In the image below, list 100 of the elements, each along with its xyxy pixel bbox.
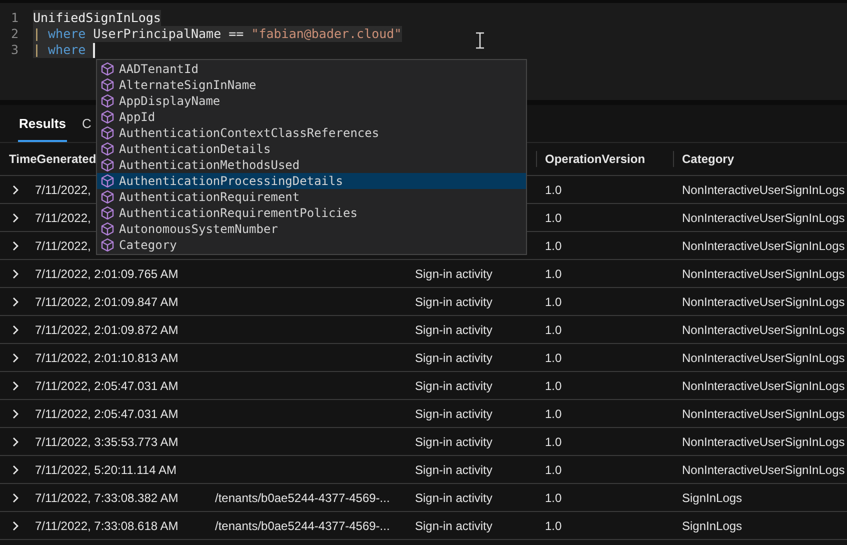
table-cell: Sign-in activity [415,490,492,504]
chevron-right-icon[interactable] [12,464,19,474]
suggestion-item[interactable]: AuthenticationContextClassReferences [97,125,526,141]
pipe-symbol: | [33,25,41,43]
table-cell: NonInteractiveUserSignInLogs [682,406,845,420]
suggestion-item[interactable]: Category [97,237,526,253]
table-cell: 1.0 [545,518,562,532]
line-number: 1 [10,8,20,27]
suggestion-item[interactable]: AuthenticationRequirementPolicies [97,205,526,221]
suggestion-item[interactable]: AADTenantId [97,61,526,77]
table-cell: 1.0 [545,322,562,336]
table-cell: 1.0 [545,434,562,448]
table-cell: /tenants/b0ae5244-4377-4569-... [215,518,390,532]
table-cell: NonInteractiveUserSignInLogs [682,238,845,252]
table-cell: Sign-in activity [415,462,492,476]
table-cell: NonInteractiveUserSignInLogs [682,378,845,392]
code-text: UserPrincipalName == [93,25,244,43]
table-cell: 1.0 [545,294,562,308]
table-cell: SignInLogs [682,490,742,504]
cube-icon [101,94,114,108]
table-cell: NonInteractiveUserSignInLogs [682,294,845,308]
chevron-right-icon[interactable] [12,184,19,194]
table-cell: 1.0 [545,490,562,504]
cube-icon [101,206,114,220]
table-cell: Sign-in activity [415,266,492,280]
suggestion-item[interactable]: AuthenticationMethodsUsed [97,157,526,173]
table-cell: Sign-in activity [415,294,492,308]
line-number: 3 [10,40,20,59]
table-cell: NonInteractiveUserSignInLogs [682,350,845,364]
code-text: UnifiedSignInLogs [33,8,161,27]
table-cell: 7/11/2022, 5:20:11.114 AM [35,462,176,476]
cube-icon [101,142,114,156]
suggestion-item[interactable]: AuthenticationProcessingDetails [97,173,526,189]
table-cell: Sign-in activity [415,518,492,532]
suggestion-item[interactable]: AuthenticationDetails [97,141,526,157]
table-cell: NonInteractiveUserSignInLogs [682,266,845,280]
table-cell: Sign-in activity [415,406,492,420]
table-cell: 7/11/2022, 2:05:47.031 AM [35,406,178,420]
chevron-right-icon[interactable] [12,324,19,334]
table-cell: 7/11/2022, 2:05:47.031 AM [35,378,178,392]
table-cell: /tenants/b0ae5244-4377-4569-... [215,490,390,504]
table-cell: NonInteractiveUserSignInLogs [682,210,845,224]
pipe-symbol: | [33,41,41,59]
table-cell: 7/11/2022, 2:01:09.765 AM [35,266,178,280]
table-cell: Sign-in activity [415,322,492,336]
suggestion-item[interactable]: AppId [97,109,526,125]
chevron-right-icon[interactable] [12,380,19,390]
table-cell: NonInteractiveUserSignInLogs [682,462,845,476]
column-header[interactable]: TimeGenerated [9,150,96,168]
cube-icon [101,222,114,236]
table-cell: 7/11/2022, 2:01:10.813 AM [35,350,178,364]
table-cell: Sign-in activity [415,378,492,392]
chevron-right-icon[interactable] [12,212,19,222]
cube-icon [101,238,114,252]
table-cell: NonInteractiveUserSignInLogs [682,182,845,196]
table-cell: Sign-in activity [415,434,492,448]
text-cursor-icon [474,32,486,49]
tab[interactable]: C [80,114,92,142]
table-cell: 7/11/2022, [35,210,91,224]
table-cell: 7/11/2022, 2:01:09.872 AM [35,322,178,336]
column-header[interactable]: Category [682,150,734,168]
code-string: "fabian@bader.cloud" [251,24,402,43]
table-cell: 7/11/2022, 3:35:53.773 AM [35,434,178,448]
chevron-right-icon[interactable] [12,436,19,446]
table-cell: 1.0 [545,378,562,392]
line-number: 2 [10,24,20,43]
chevron-right-icon[interactable] [12,492,19,502]
suggestion-item[interactable]: AuthenticationRequirement [97,189,526,205]
table-cell: 7/11/2022, [35,182,91,196]
table-cell: 1.0 [545,182,562,196]
table-cell: 7/11/2022, 7:33:08.618 AM [35,518,178,532]
table-cell: SignInLogs [682,518,742,532]
table-cell: 7/11/2022, 7:33:08.382 AM [35,490,178,504]
column-header[interactable]: OperationVersion [545,150,646,168]
cube-icon [101,62,114,76]
suggestion-item[interactable]: AlternateSignInName [97,77,526,93]
cube-icon [101,110,114,124]
table-cell: 1.0 [545,238,562,252]
table-cell: 7/11/2022, 2:01:09.847 AM [35,294,178,308]
table-cell: Sign-in activity [415,350,492,364]
table-cell: 1.0 [545,462,562,476]
cube-icon [101,158,114,172]
chevron-right-icon[interactable] [12,520,19,530]
table-cell: 1.0 [545,406,562,420]
table-cell: 1.0 [545,210,562,224]
chevron-right-icon[interactable] [12,240,19,250]
table-cell: NonInteractiveUserSignInLogs [682,322,845,336]
results-tab[interactable]: Results [18,114,67,142]
cube-icon [101,190,114,204]
chevron-right-icon[interactable] [12,408,19,418]
chevron-right-icon[interactable] [12,268,19,278]
table-cell: 7/11/2022, [35,238,91,252]
table-cell: 1.0 [545,350,562,364]
cube-icon [101,174,114,188]
chevron-right-icon[interactable] [12,352,19,362]
suggestion-item[interactable]: AutonomousSystemNumber [97,221,526,237]
cube-icon [101,126,114,140]
code-keyword: where [48,25,86,43]
chevron-right-icon[interactable] [12,296,19,306]
table-cell: 1.0 [545,266,562,280]
